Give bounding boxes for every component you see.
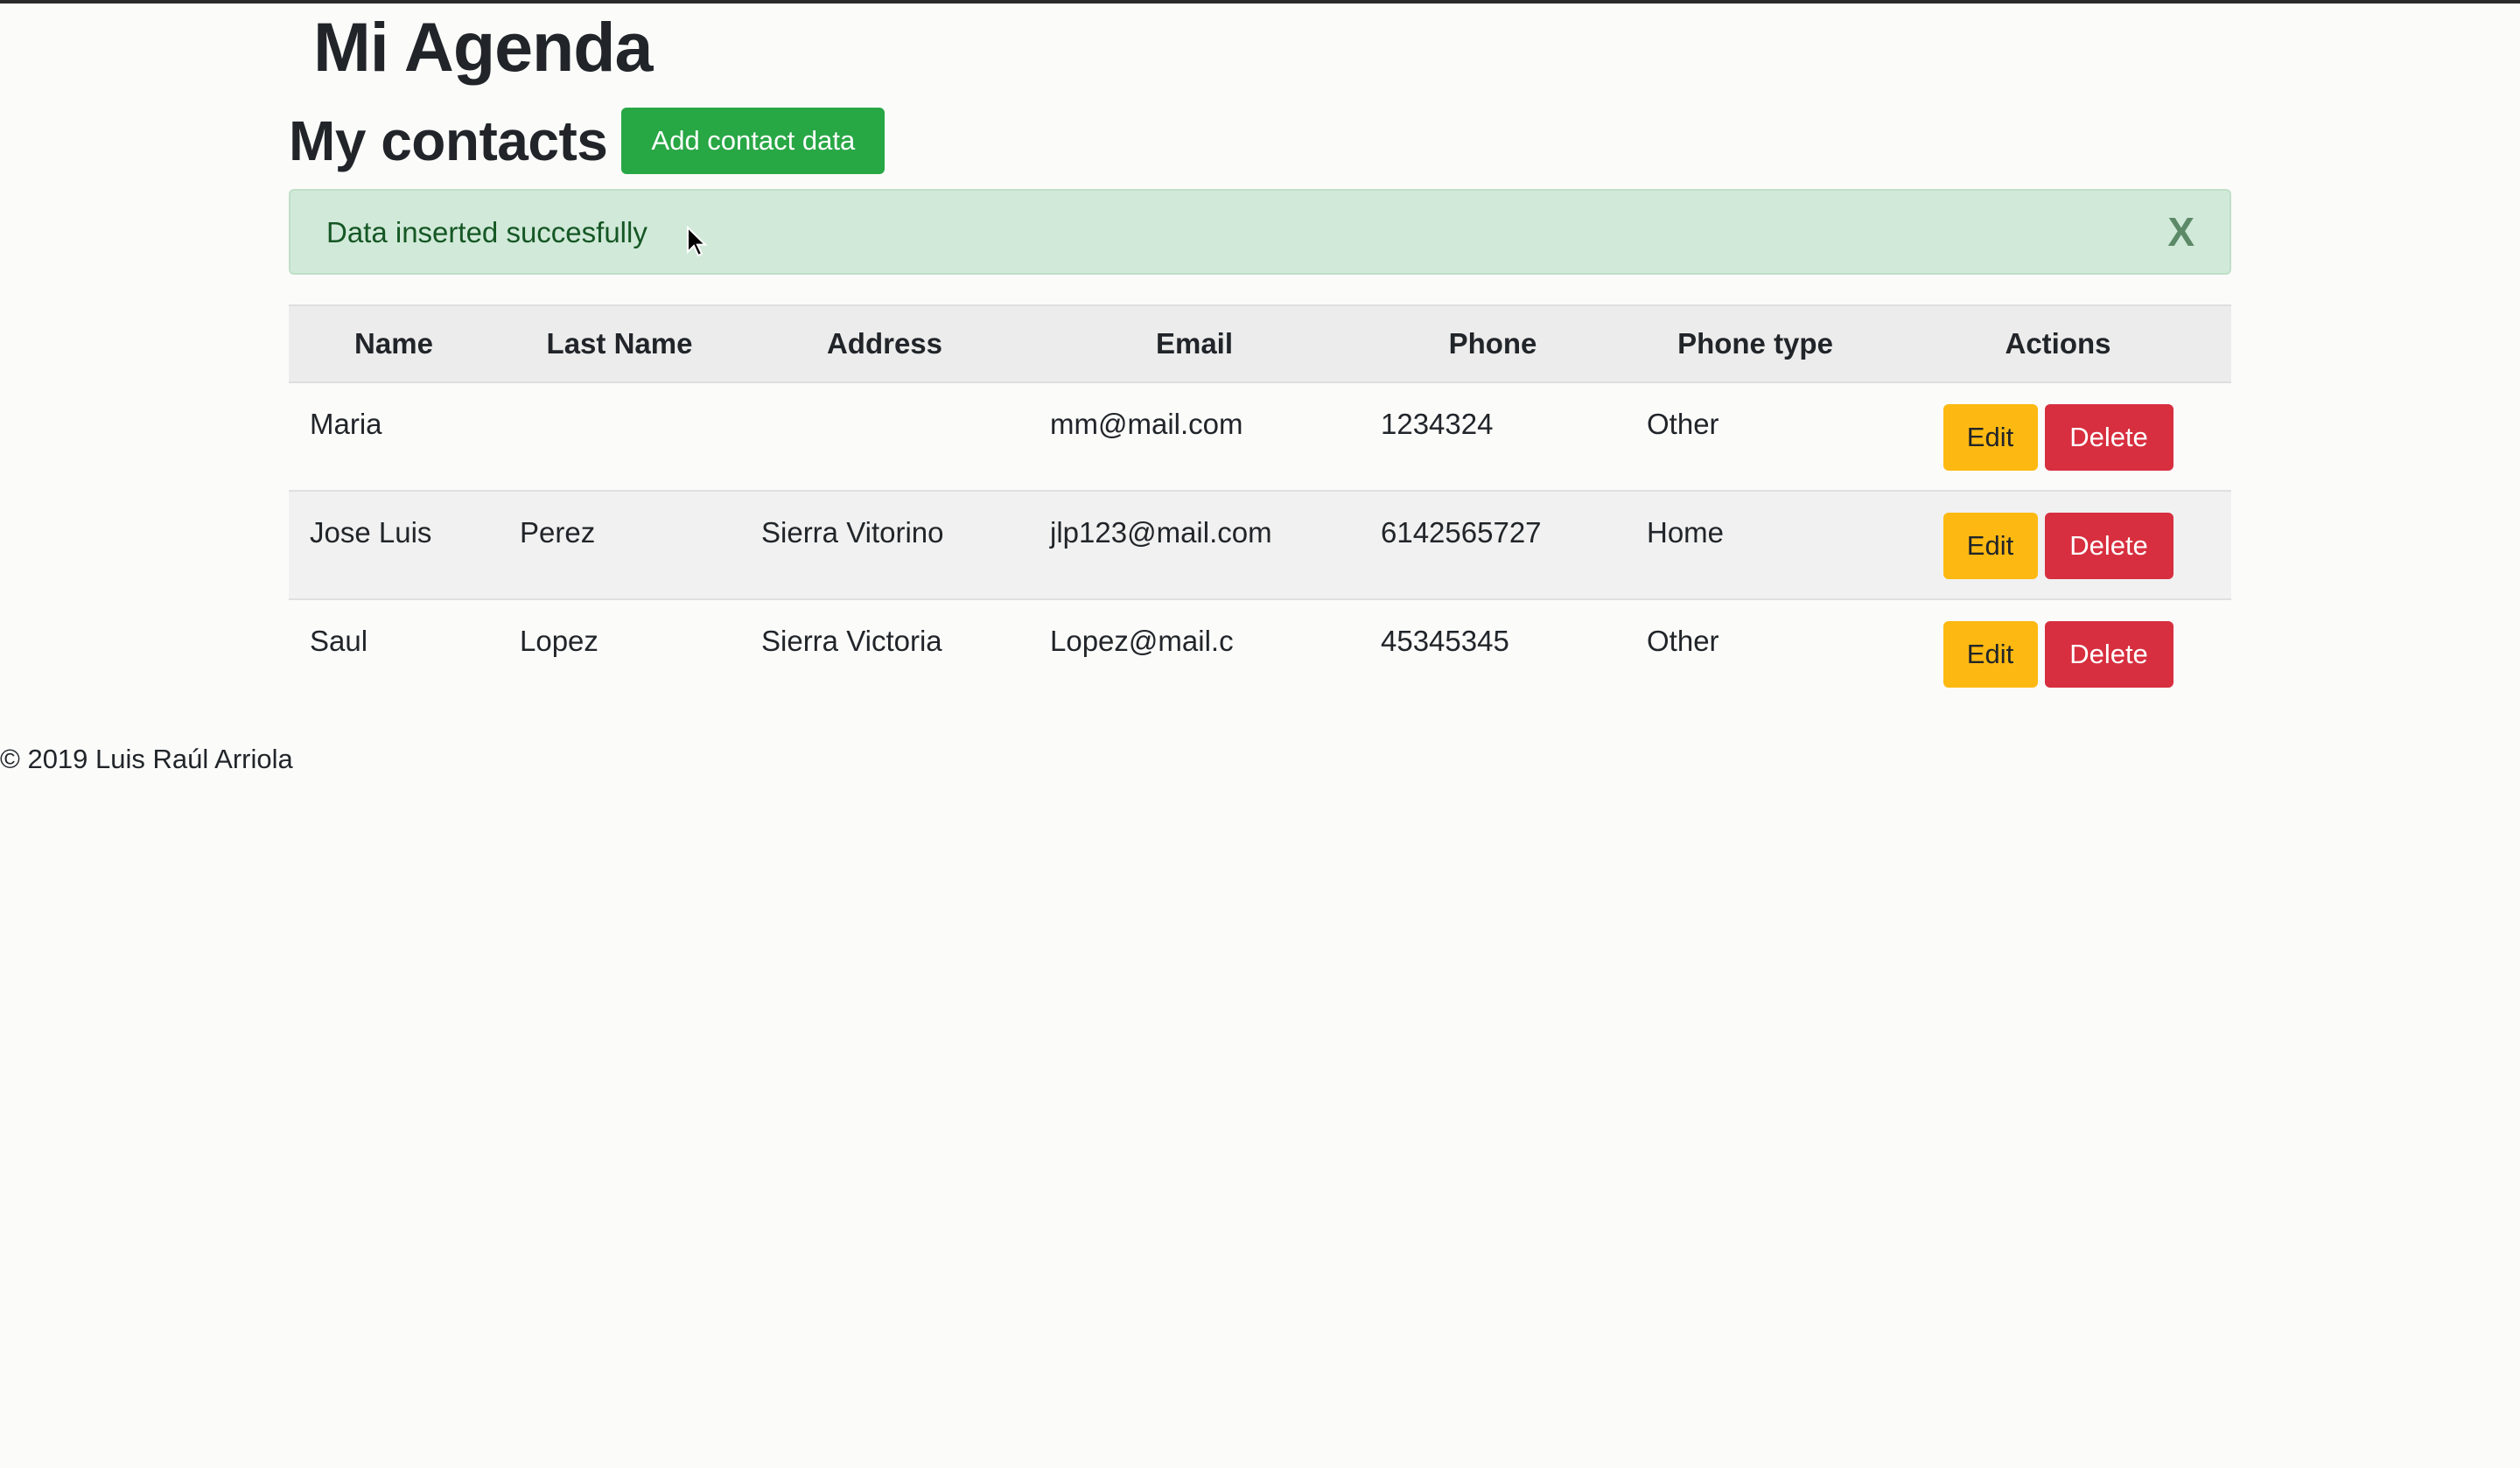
column-header-address: Address	[740, 304, 1029, 383]
app-title: Mi Agenda	[313, 8, 653, 86]
cell-email: mm@mail.com	[1050, 408, 1243, 440]
alert-message: Data inserted succesfully	[326, 216, 648, 248]
cell-address: Sierra Vitorino	[740, 490, 1029, 599]
contacts-table: Name Last Name Address Email Phone Phone…	[289, 304, 2231, 708]
add-contact-button[interactable]: Add contact data	[621, 108, 886, 174]
cell-phone: 45345345	[1360, 598, 1626, 708]
cell-actions: Edit Delete	[1885, 490, 2231, 599]
delete-button[interactable]: Delete	[2044, 621, 2174, 688]
cell-phone-type: Other	[1626, 598, 1885, 708]
cell-name: Maria	[310, 408, 382, 440]
cell-phone: 1234324	[1381, 408, 1494, 440]
delete-button[interactable]: Delete	[2044, 404, 2174, 471]
cell-email: Lopez@mail.c	[1029, 598, 1360, 708]
column-header-last-name: Last Name	[499, 304, 740, 383]
cell-email: jlp123@mail.com	[1029, 490, 1360, 599]
top-border	[0, 0, 2520, 3]
table-header-row: Name Last Name Address Email Phone Phone…	[289, 304, 2231, 383]
table-row: Maria mm@mail.com 1234324 Other Edit Del…	[289, 382, 2231, 491]
delete-button[interactable]: Delete	[2044, 513, 2174, 579]
cell-last-name: Lopez	[499, 598, 740, 708]
edit-button[interactable]: Edit	[1942, 621, 2038, 688]
column-header-phone: Phone	[1360, 304, 1626, 383]
success-alert: Data inserted succesfully X	[289, 189, 2231, 275]
row-actions: Edit Delete	[1885, 513, 2231, 579]
cell-address	[740, 382, 1029, 491]
column-header-name: Name	[289, 304, 499, 383]
mouse-pointer-icon	[687, 226, 707, 257]
column-header-actions: Actions	[1885, 304, 2231, 383]
cell-actions: Edit Delete	[1885, 598, 2231, 708]
edit-button[interactable]: Edit	[1942, 513, 2038, 579]
alert-close-button[interactable]: X	[2167, 210, 2194, 254]
cell-last-name: Perez	[499, 490, 740, 599]
cell-last-name	[499, 382, 740, 491]
row-actions: Edit Delete	[1885, 404, 2231, 471]
table-row: Jose Luis Perez Sierra Vitorino jlp123@m…	[289, 490, 2231, 599]
cell-address: Sierra Victoria	[740, 598, 1029, 708]
cell-actions: Edit Delete	[1885, 382, 2231, 491]
column-header-email: Email	[1029, 304, 1360, 383]
row-actions: Edit Delete	[1885, 621, 2231, 688]
cell-phone-type: Home	[1626, 490, 1885, 599]
table-row: Saul Lopez Sierra Victoria Lopez@mail.c …	[289, 598, 2231, 708]
footer-copyright: © 2019 Luis Raúl Arriola	[0, 744, 293, 774]
cell-name: Saul	[289, 598, 499, 708]
cell-phone-type: Other	[1647, 408, 1719, 440]
column-header-phone-type: Phone type	[1626, 304, 1885, 383]
cell-name: Jose Luis	[289, 490, 499, 599]
page-header: My contacts Add contact data	[289, 107, 886, 175]
cell-phone: 6142565727	[1360, 490, 1626, 599]
edit-button[interactable]: Edit	[1942, 404, 2038, 471]
page-heading: My contacts	[289, 109, 608, 172]
